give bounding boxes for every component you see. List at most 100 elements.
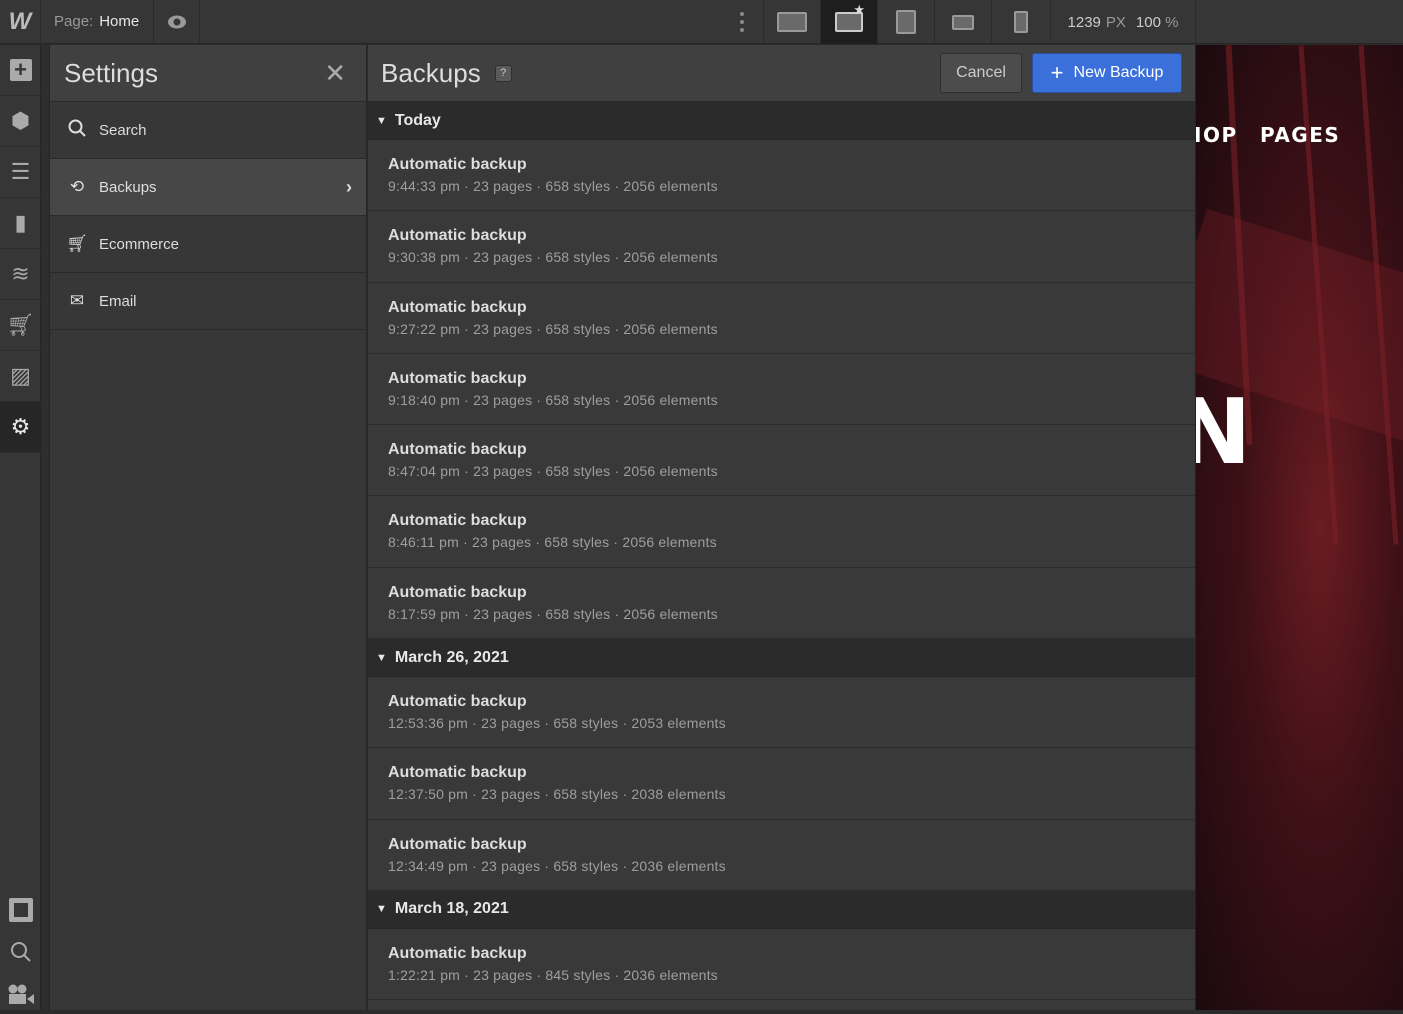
backup-meta: 12:34:49 pm · 23 pages · 658 styles · 20… xyxy=(388,857,726,874)
breakpoint-desktop-large-icon[interactable] xyxy=(763,0,820,44)
backup-name: Automatic backup xyxy=(388,764,527,782)
backup-name: Automatic backup xyxy=(388,512,527,530)
help-icon[interactable]: ? xyxy=(494,64,512,82)
cancel-button[interactable]: Cancel xyxy=(940,53,1022,93)
settings-item-search[interactable]: Search xyxy=(50,102,366,159)
backup-row[interactable]: Automatic backup 12:53:36 pm · 23 pages ·… xyxy=(368,677,1195,749)
webflow-logo[interactable]: W xyxy=(0,0,41,44)
backup-meta: 8:46:11 pm · 23 pages · 658 styles · 205… xyxy=(388,534,717,551)
breakpoint-tablet-icon[interactable] xyxy=(877,0,934,44)
site-canvas-preview: IOP PAGES N xyxy=(1195,45,1403,1010)
preview-eye-icon[interactable] xyxy=(154,0,201,44)
search-icon[interactable] xyxy=(0,932,41,972)
group-header[interactable]: ▼ March 18, 2021 xyxy=(368,890,1195,929)
panel-divider xyxy=(42,45,50,1010)
ecommerce-cart-icon[interactable]: 🛒︎ xyxy=(0,300,41,351)
new-backup-label: New Backup xyxy=(1073,64,1164,81)
caret-down-icon: ▼ xyxy=(376,651,387,664)
settings-panel: Settings ✕ Search ⟲ Backups › 🛒︎ Ecommer… xyxy=(50,45,367,1010)
chevron-right-icon: › xyxy=(346,176,352,197)
zoom-level: 100 xyxy=(1135,13,1161,31)
backup-row[interactable]: Automatic backup 9:18:40 pm · 23 pages · … xyxy=(368,353,1195,426)
backup-name: Automatic backup xyxy=(388,583,527,601)
backup-name: Automatic backup xyxy=(388,156,527,173)
zoom-unit: % xyxy=(1165,13,1179,31)
assets-icon[interactable]: ▨ xyxy=(0,351,41,402)
settings-gear-icon[interactable]: ⚙ xyxy=(0,402,41,453)
breakpoint-desktop-base-icon[interactable]: ★ xyxy=(820,0,877,44)
backup-name: Automatic backup xyxy=(388,369,527,387)
history-icon: ⟲ xyxy=(69,177,85,196)
site-nav-pages: PAGES xyxy=(1260,123,1341,147)
plus-icon: + xyxy=(1050,60,1064,85)
backup-name: Automatic backup xyxy=(388,441,527,459)
backup-name: Automatic backup xyxy=(388,227,527,245)
search-icon xyxy=(66,119,88,142)
settings-item-ecommerce[interactable]: 🛒︎ Ecommerce xyxy=(50,216,366,273)
page-name: Home xyxy=(99,13,140,30)
top-bar: W Page: Home ★ 1239 PX 100 % xyxy=(0,0,1403,44)
pages-icon[interactable]: ▮ xyxy=(0,198,41,249)
group-label: March 18, 2021 xyxy=(394,900,509,918)
backup-row[interactable]: Automatic backup 9:30:38 pm · 23 pages · … xyxy=(368,211,1195,283)
backup-meta: 12:37:50 pm · 23 pages · 658 styles · 20… xyxy=(388,786,726,803)
backup-meta: 1:22:21 pm · 23 pages · 845 styles · 203… xyxy=(388,966,718,983)
page-label: Page: xyxy=(54,13,94,30)
settings-item-label: Email xyxy=(99,292,137,310)
backup-name: Automatic backup xyxy=(388,944,527,962)
mail-icon: ✉ xyxy=(69,291,85,310)
settings-item-label: Search xyxy=(99,121,147,139)
hero-heading-partial: N xyxy=(1196,380,1251,485)
backup-row[interactable]: Automatic backup 1:22:21 pm · 23 pages · … xyxy=(368,928,1195,1001)
backups-panel: Backups ? Cancel + New Backup ▼ Today Autom… xyxy=(368,45,1195,1010)
backup-meta: 8:17:59 pm · 23 pages · 658 styles · 205… xyxy=(388,605,718,622)
site-nav-shop-partial: IOP xyxy=(1195,123,1238,147)
backup-meta: 12:53:36 pm · 23 pages · 658 styles · 20… xyxy=(388,715,726,732)
close-icon[interactable]: ✕ xyxy=(324,58,346,89)
backup-meta: 9:27:22 pm · 23 pages · 658 styles · 205… xyxy=(388,320,718,337)
cms-database-icon[interactable]: ≋ xyxy=(0,249,41,300)
group-header[interactable]: ▼ March 26, 2021 xyxy=(368,639,1195,678)
breakpoint-mobile-portrait-icon[interactable] xyxy=(991,0,1050,44)
backups-title: Backups xyxy=(381,57,481,88)
video-tutorials-icon[interactable] xyxy=(0,974,41,1014)
navigator-icon[interactable]: ☰ xyxy=(0,147,41,198)
backup-row[interactable]: Automatic backup 12:34:49 pm · 23 pages ·… xyxy=(368,819,1195,891)
backup-row[interactable]: Automatic backup 8:17:59 pm · 23 pages · … xyxy=(368,567,1195,640)
backup-meta: 9:44:33 pm · 23 pages · 658 styles · 205… xyxy=(388,178,718,194)
symbols-cube-icon[interactable]: ⬢ xyxy=(0,96,41,147)
add-panel-icon[interactable]: + xyxy=(0,45,41,96)
backup-meta: 8:47:04 pm · 23 pages · 658 styles · 205… xyxy=(388,463,718,480)
settings-title: Settings xyxy=(64,57,158,88)
settings-item-backups[interactable]: ⟲ Backups › xyxy=(50,159,366,216)
selection-box-icon[interactable] xyxy=(0,890,41,930)
backup-name: Automatic backup xyxy=(388,835,527,853)
settings-item-label: Backups xyxy=(99,178,157,196)
breakpoint-mobile-landscape-icon[interactable] xyxy=(934,0,991,44)
backup-row[interactable]: Automatic backup 9:44:33 pm · 23 pages · … xyxy=(368,140,1195,212)
backup-list: ▼ Today Automatic backup 9:44:33 pm · 23 pa… xyxy=(368,102,1195,1001)
backup-row[interactable]: Automatic backup 12:37:50 pm · 23 pages ·… xyxy=(368,748,1195,820)
caret-down-icon: ▼ xyxy=(376,903,387,916)
backup-name: Automatic backup xyxy=(388,298,527,316)
group-label: March 26, 2021 xyxy=(394,648,509,666)
canvas-size-readout: 1239 PX 100 % xyxy=(1050,0,1196,44)
new-backup-button[interactable]: + New Backup xyxy=(1032,53,1182,93)
cart-icon: 🛒︎ xyxy=(66,234,88,253)
backup-meta: 9:30:38 pm · 23 pages · 658 styles · 205… xyxy=(388,249,718,266)
page-selector[interactable]: Page: Home xyxy=(41,0,155,44)
left-toolbar: + ⬢ ☰ ▮ ≋ 🛒︎ ▨ ⚙ xyxy=(0,45,41,1010)
backup-name: Automatic backup xyxy=(388,693,527,711)
settings-item-email[interactable]: ✉ Email xyxy=(50,273,366,330)
caret-down-icon: ▼ xyxy=(376,114,387,127)
group-header[interactable]: ▼ Today xyxy=(368,102,1195,140)
backup-row[interactable]: Automatic backup 8:47:04 pm · 23 pages · … xyxy=(368,425,1195,497)
more-options-icon[interactable] xyxy=(722,0,762,44)
backup-meta: 9:18:40 pm · 23 pages · 658 styles · 205… xyxy=(388,391,718,408)
group-label: Today xyxy=(394,111,441,129)
backup-row[interactable]: Automatic backup 9:27:22 pm · 23 pages · … xyxy=(368,282,1195,354)
width-unit: PX xyxy=(1105,13,1126,31)
settings-item-label: Ecommerce xyxy=(99,235,180,253)
backup-row[interactable]: Automatic backup 8:46:11 pm · 23 pages · … xyxy=(368,496,1195,568)
canvas-width: 1239 xyxy=(1067,13,1101,31)
